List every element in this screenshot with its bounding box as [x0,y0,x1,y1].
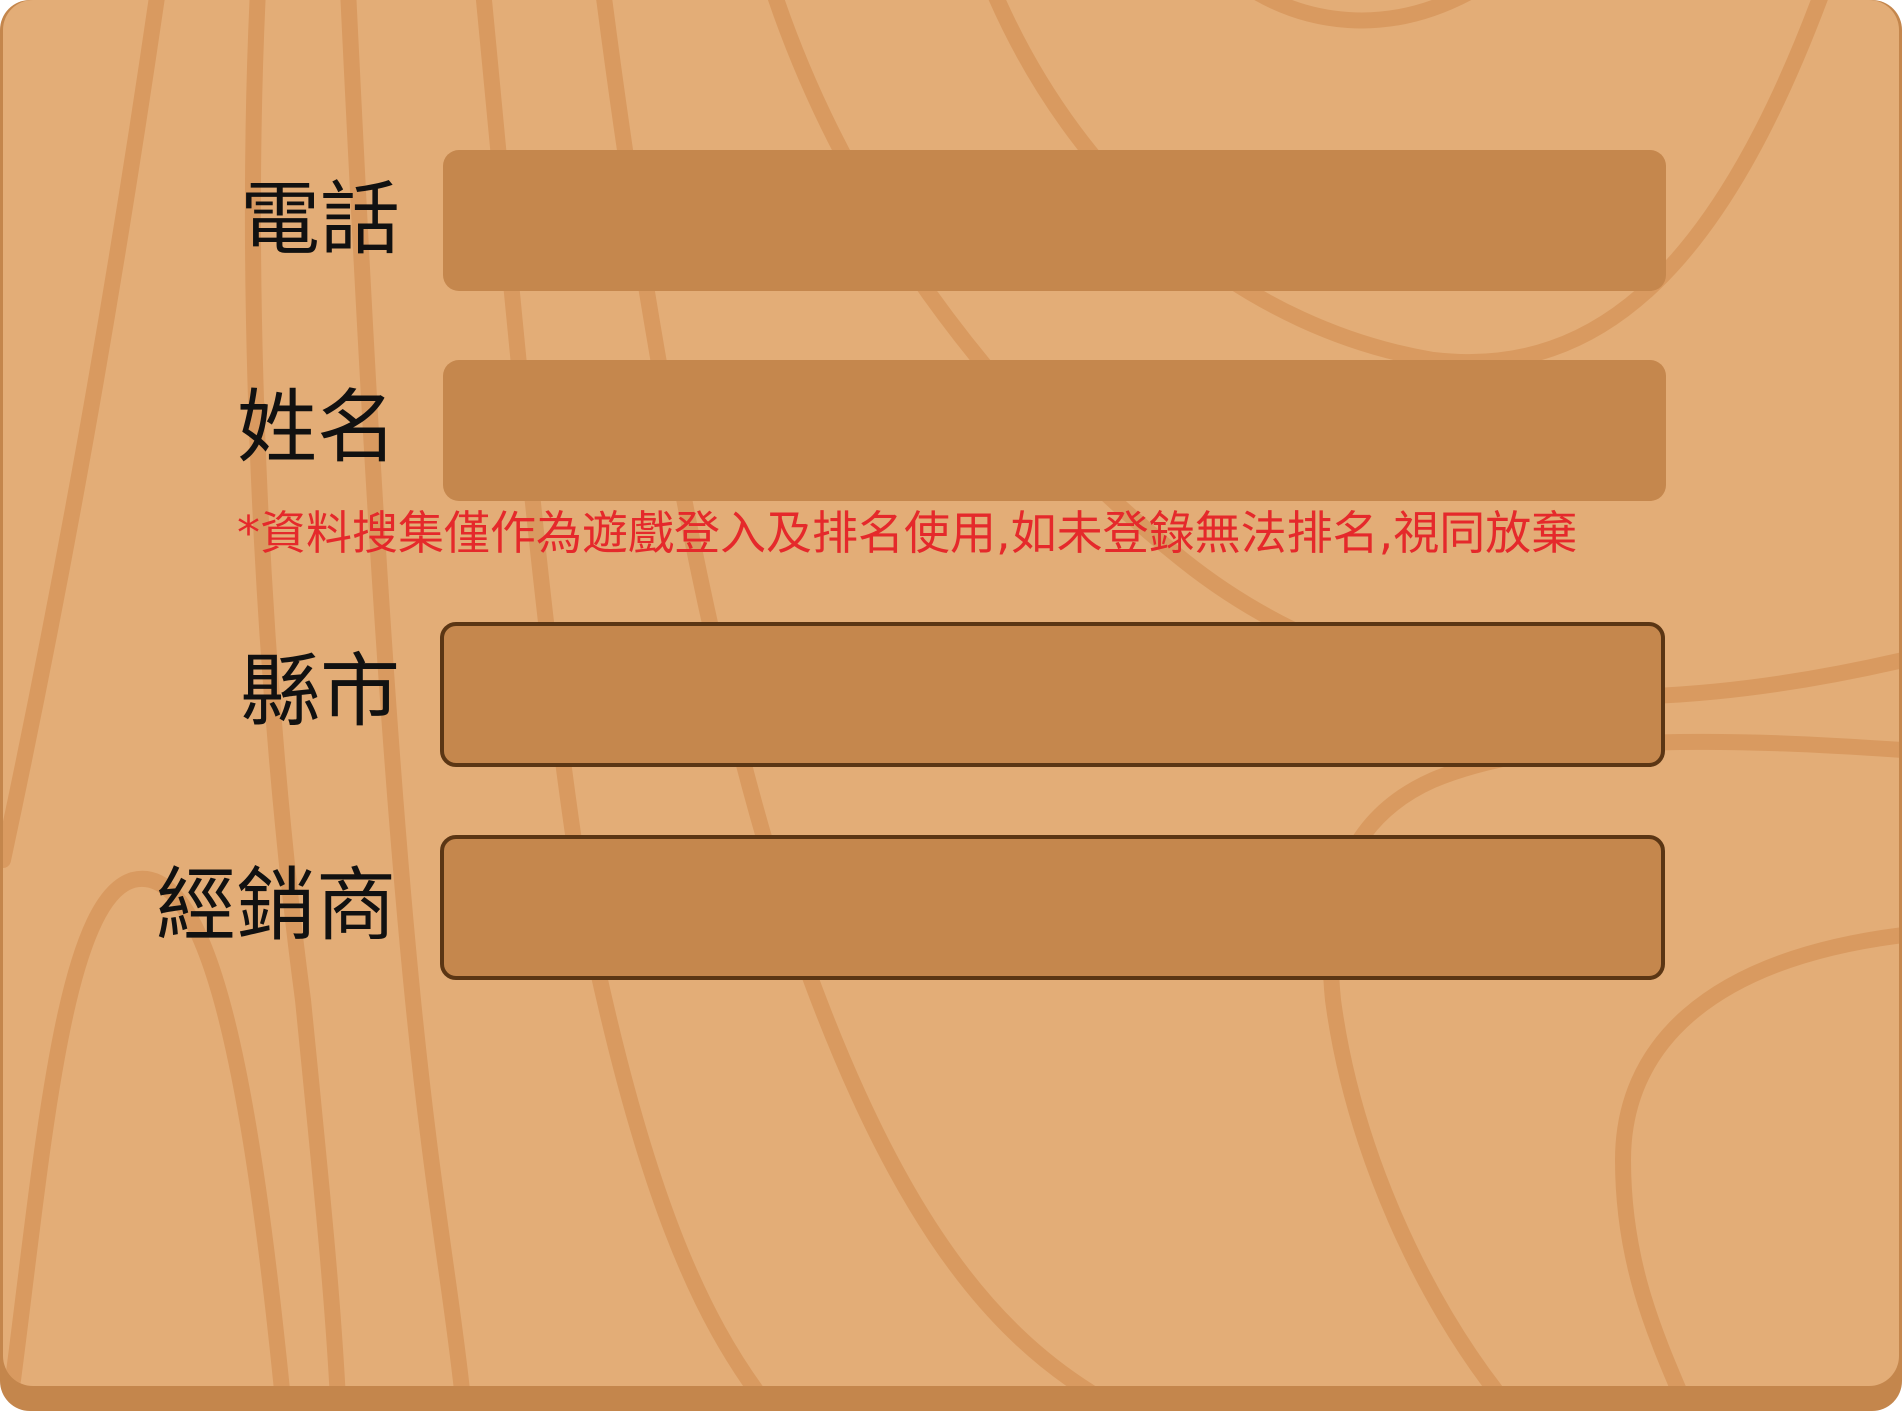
dealer-input[interactable] [444,839,1661,976]
dealer-field[interactable] [440,835,1665,980]
dealer-label: 經銷商 [156,859,396,952]
name-label: 姓名 [237,381,397,474]
name-field[interactable] [443,360,1666,501]
city-input[interactable] [444,626,1661,763]
phone-label: 電話 [240,173,400,266]
city-label: 縣市 [240,645,400,738]
phone-field[interactable] [443,150,1666,291]
city-field[interactable] [440,622,1665,767]
phone-input[interactable] [443,150,1666,291]
name-input[interactable] [443,360,1666,501]
privacy-notice: *資料搜集僅作為遊戲登入及排名使用,如未登錄無法排名,視同放棄 [237,506,1578,560]
